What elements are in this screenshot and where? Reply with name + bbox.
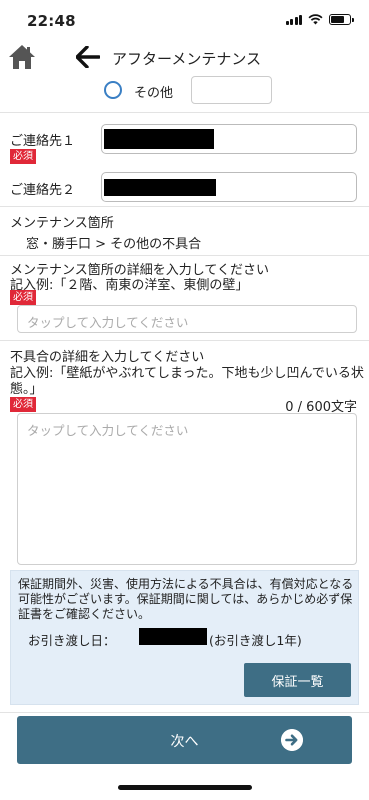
contact1-field[interactable] bbox=[101, 124, 357, 154]
location-detail-input[interactable]: タップして入力してください bbox=[17, 305, 357, 333]
location-detail-example: 記入例:「２階、南東の洋室、東側の壁」 bbox=[10, 278, 249, 293]
divider bbox=[0, 112, 369, 113]
radio-other-row: その他 bbox=[0, 76, 369, 108]
redacted-value bbox=[104, 129, 214, 149]
other-input[interactable] bbox=[191, 76, 272, 104]
defect-detail-textarea[interactable]: タップして入力してください bbox=[17, 413, 357, 565]
status-time: 22:48 bbox=[27, 12, 76, 30]
battery-icon bbox=[329, 14, 354, 25]
home-indicator bbox=[118, 785, 252, 790]
required-badge: 必須 bbox=[10, 397, 36, 412]
required-badge: 必須 bbox=[10, 149, 36, 164]
status-bar: 22:48 bbox=[0, 0, 369, 40]
warranty-notice: 保証期間外、災害、使用方法による不具合は、有償対応となる可能性がございます。保証… bbox=[18, 577, 354, 621]
delivery-date-label: お引き渡し日： bbox=[28, 633, 116, 648]
contact1-label: ご連絡先１ bbox=[10, 134, 76, 149]
required-badge: 必須 bbox=[10, 290, 36, 305]
radio-other-label: その他 bbox=[134, 86, 174, 101]
delivery-note: (お引き渡し1年) bbox=[209, 633, 302, 648]
contact2-field[interactable] bbox=[101, 172, 357, 202]
warranty-info-box: 保証期間外、災害、使用方法による不具合は、有償対応となる可能性がございます。保証… bbox=[10, 570, 359, 705]
warranty-list-button-label: 保証一覧 bbox=[271, 674, 324, 690]
divider bbox=[0, 206, 369, 207]
page-title: アフターメンテナンス bbox=[112, 50, 262, 68]
defect-detail-example-line1: 記入例:「壁紙がやぶれてしまった。下地も少し凹んでいる状 bbox=[10, 366, 364, 381]
redacted-value bbox=[139, 628, 207, 645]
contact2-label: ご連絡先２ bbox=[10, 183, 76, 198]
defect-detail-example-line2: 態。」 bbox=[10, 382, 43, 397]
radio-other[interactable] bbox=[104, 81, 122, 99]
divider bbox=[0, 340, 369, 341]
arrow-right-circle-icon bbox=[281, 729, 303, 751]
warranty-list-button[interactable]: 保証一覧 bbox=[244, 663, 351, 697]
divider bbox=[0, 712, 369, 713]
cellular-signal-icon bbox=[285, 14, 302, 25]
maintenance-location-value: 窓・勝手口 > その他の不具合 bbox=[26, 237, 202, 252]
redacted-value bbox=[104, 179, 216, 196]
next-button[interactable]: 次へ bbox=[17, 716, 352, 764]
back-arrow-icon[interactable] bbox=[76, 46, 100, 68]
nav-bar: アフターメンテナンス bbox=[0, 40, 369, 76]
home-icon[interactable] bbox=[8, 44, 36, 70]
status-icons bbox=[285, 14, 354, 25]
wifi-icon bbox=[308, 14, 323, 25]
maintenance-location-label: メンテナンス箇所 bbox=[10, 216, 114, 231]
divider bbox=[0, 255, 369, 256]
